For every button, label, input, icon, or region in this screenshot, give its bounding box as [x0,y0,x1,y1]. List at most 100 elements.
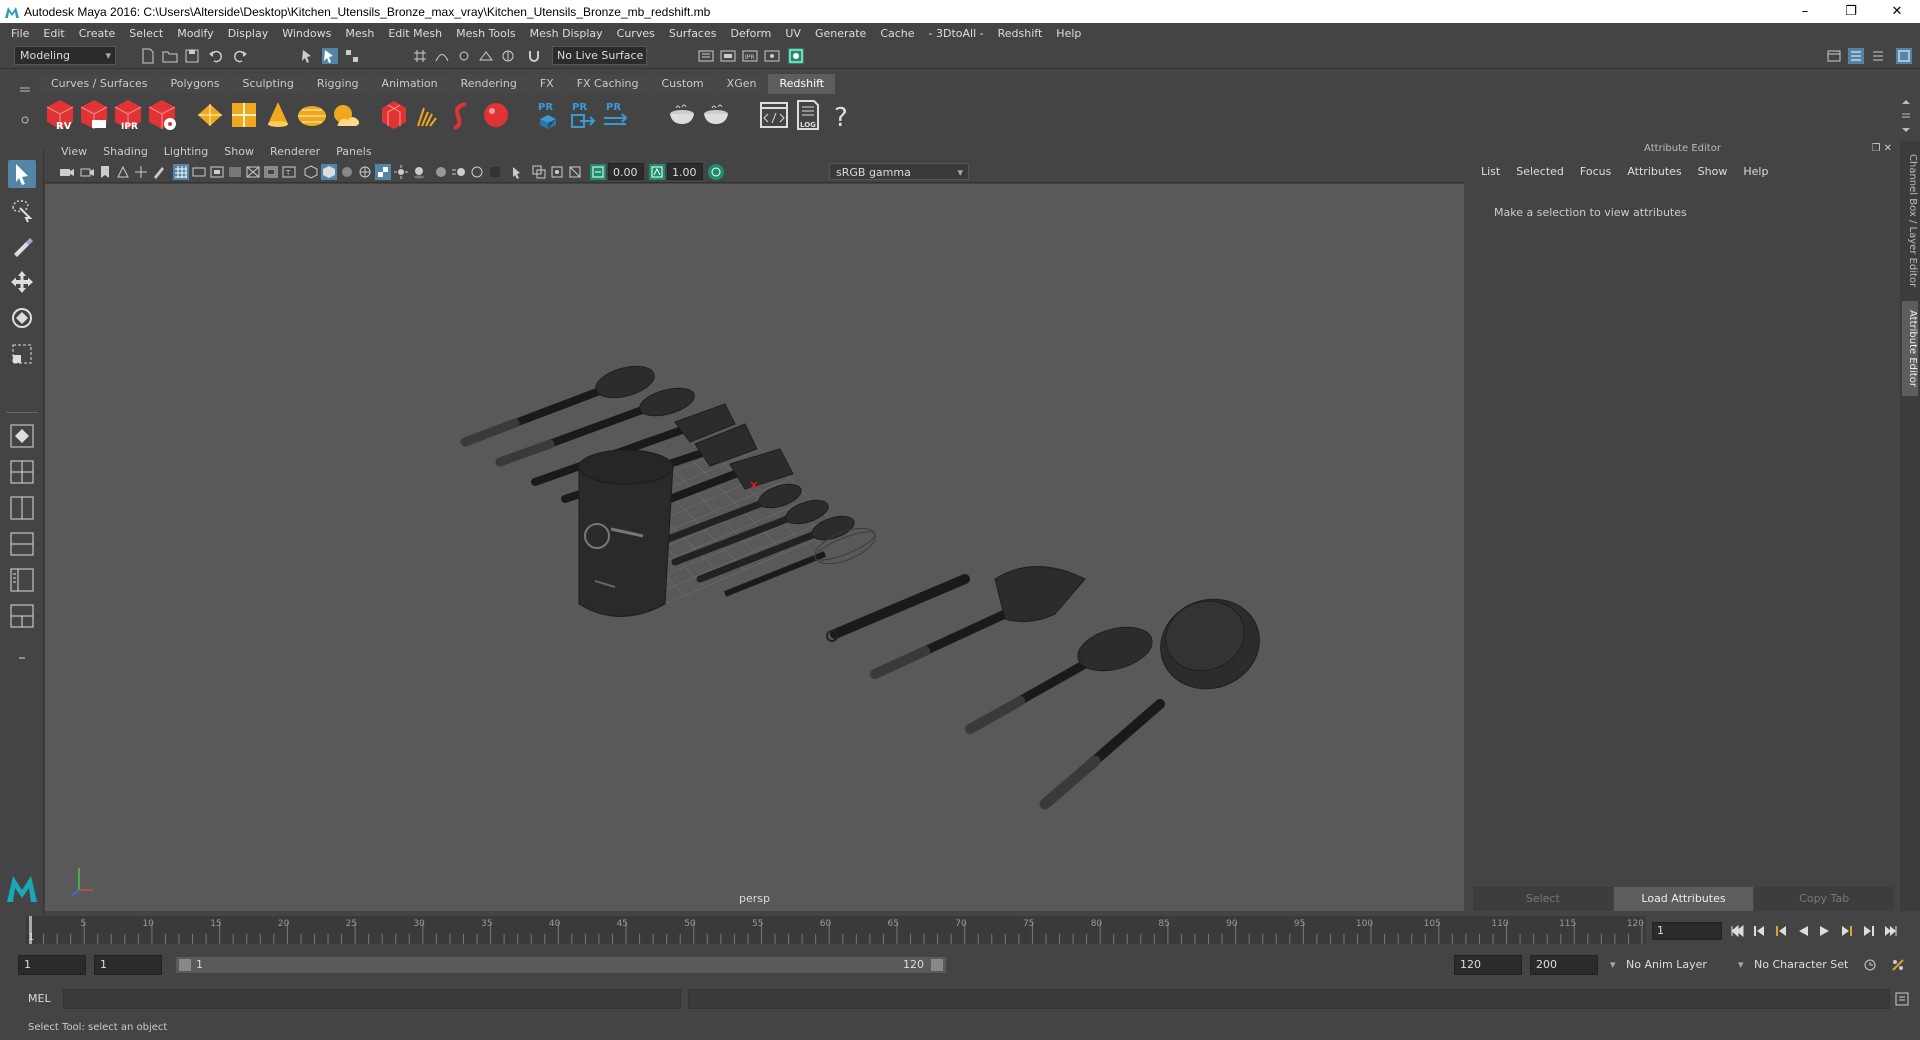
animation-preferences-icon[interactable] [1890,957,1906,973]
toolbox-expand-icon[interactable] [8,650,36,666]
perspective-viewport[interactable]: persp [45,184,1464,911]
range-end-handle[interactable] [931,959,943,971]
redshift-pr-import-icon[interactable]: PR [600,98,632,132]
play-forward-icon[interactable] [1818,924,1832,938]
ae-menu-attributes[interactable]: Attributes [1619,165,1689,178]
step-back-key-icon[interactable] [1752,924,1766,938]
menu-surfaces[interactable]: Surfaces [662,27,724,40]
shelf-tab-rendering[interactable]: Rendering [449,74,528,94]
panel-menu-shading[interactable]: Shading [95,145,156,158]
redshift-pr-object-icon[interactable]: PR [532,98,564,132]
playback-start-field[interactable]: 1 [94,955,162,975]
view-transform-dropdown[interactable]: sRGB gamma ▾ [829,163,969,180]
render-settings-icon[interactable] [698,48,714,64]
grease-pencil-icon[interactable] [151,164,167,180]
textured-icon[interactable] [375,164,391,180]
open-scene-icon[interactable] [162,48,178,64]
redshift-help-icon[interactable]: ? [826,98,858,133]
snap-live-icon[interactable] [500,48,516,64]
menu-uv[interactable]: UV [778,27,808,40]
character-set-dropdown[interactable]: ▾ No Character Set [1738,955,1863,975]
attribute-editor-toggle-icon[interactable] [1848,48,1864,64]
snap-grid-icon[interactable] [412,48,428,64]
menu-mesh-tools[interactable]: Mesh Tools [449,27,523,40]
menu-mesh[interactable]: Mesh [338,27,381,40]
ae-menu-show[interactable]: Show [1690,165,1736,178]
select-hierarchy-icon[interactable] [300,48,316,64]
isolate-select-icon[interactable] [509,164,525,180]
rotate-tool-icon[interactable] [8,304,36,332]
channel-box-toggle-icon[interactable] [1870,48,1886,64]
step-back-frame-icon[interactable] [1774,924,1788,938]
ipr-render-icon[interactable]: IPR [742,48,758,64]
panel-menu-show[interactable]: Show [216,145,262,158]
menu-curves[interactable]: Curves [610,27,662,40]
menu-select[interactable]: Select [122,27,170,40]
panel-float-close-icon[interactable]: ❐ ✕ [1871,143,1892,154]
four-view-layout-icon[interactable] [8,458,36,486]
render-view-icon[interactable] [764,48,780,64]
paint-select-tool-icon[interactable] [8,232,36,260]
menu-modify[interactable]: Modify [170,27,220,40]
minimize-button[interactable]: – [1782,0,1828,23]
snap-view-plane-icon[interactable] [478,48,494,64]
ae-menu-focus[interactable]: Focus [1572,165,1619,178]
menu-generate[interactable]: Generate [808,27,873,40]
redshift-render-view-icon[interactable]: RV [44,98,76,132]
redshift-dome-light-icon[interactable] [296,98,328,132]
animation-start-field[interactable]: 1 [18,955,86,975]
redshift-spot-light-icon[interactable] [262,98,294,132]
depth-of-field-icon[interactable] [487,164,503,180]
anim-layer-dropdown[interactable]: ▾ No Anim Layer [1610,955,1720,975]
resolution-gate-icon[interactable] [209,164,225,180]
scale-tool-icon[interactable] [8,340,36,368]
tool-settings-toggle-icon[interactable] [1896,48,1912,64]
menu-help[interactable]: Help [1049,27,1088,40]
outliner-layout-icon[interactable] [8,566,36,594]
save-scene-icon[interactable] [184,48,200,64]
render-sequence-icon[interactable] [788,48,804,64]
gamma-field[interactable]: 1.00 [667,163,703,180]
two-view-stacked-layout-icon[interactable] [8,530,36,558]
current-frame-field[interactable]: 1 [1652,922,1722,940]
menuset-dropdown[interactable]: Modeling ▾ [14,46,116,65]
redshift-script-editor-icon[interactable] [758,98,790,132]
attribute-editor-tab[interactable]: Attribute Editor [1902,301,1918,396]
bookmark-icon[interactable] [97,164,113,180]
redshift-settings-icon[interactable] [146,98,178,132]
modeling-toolkit-icon[interactable] [1826,48,1842,64]
shelf-tab-custom[interactable]: Custom [650,74,715,94]
xray-icon[interactable] [531,164,547,180]
shelf-tab-polygons[interactable]: Polygons [159,74,231,94]
image-plane-icon[interactable] [115,164,131,180]
ae-select-button[interactable]: Select [1473,887,1613,911]
screen-space-ao-icon[interactable] [433,164,449,180]
panel-menu-panels[interactable]: Panels [328,145,379,158]
go-to-start-icon[interactable] [1730,924,1744,938]
menu-display[interactable]: Display [221,27,276,40]
shelf-tab-fx-caching[interactable]: FX Caching [565,74,650,94]
live-surface-field[interactable]: No Live Surface [552,46,647,65]
ae-menu-list[interactable]: List [1473,165,1508,178]
playback-end-field[interactable]: 120 [1454,955,1522,975]
gamma-icon[interactable] [649,164,665,180]
menu-create[interactable]: Create [72,27,123,40]
redshift-render-sequence-icon[interactable] [78,98,110,132]
exposure-icon[interactable] [590,164,606,180]
ae-menu-selected[interactable]: Selected [1508,165,1572,178]
exposure-field[interactable]: 0.00 [608,163,644,180]
panel-menu-view[interactable]: View [53,145,95,158]
select-camera-icon[interactable] [59,164,75,180]
safe-action-icon[interactable] [263,164,279,180]
menu-file[interactable]: File [4,27,36,40]
load-attributes-button[interactable]: Load Attributes [1613,887,1754,911]
shelf-options-icon[interactable] [18,80,32,130]
redshift-area-light-icon[interactable] [194,98,226,132]
ae-menu-help[interactable]: Help [1735,165,1776,178]
redo-icon[interactable] [232,48,248,64]
grid-icon[interactable] [173,164,189,180]
animation-end-field[interactable]: 200 [1530,955,1598,975]
shelf-tab-curves-surfaces[interactable]: Curves / Surfaces [40,74,159,94]
shelf-tab-redshift[interactable]: Redshift [768,74,836,94]
menu-cache[interactable]: Cache [873,27,921,40]
